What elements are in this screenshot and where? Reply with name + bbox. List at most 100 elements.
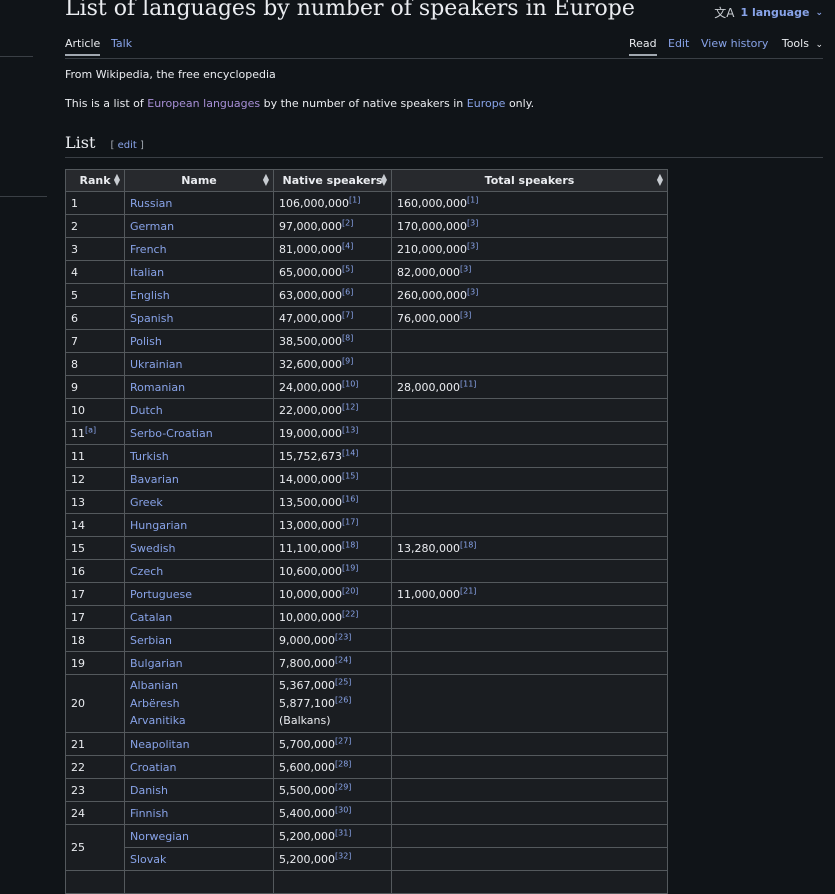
rank-cell: 21 [65,732,125,756]
language-link[interactable]: Czech [130,565,163,578]
citation-link[interactable]: [23] [335,632,351,641]
language-button[interactable]: 文A 1 language ⌄ [714,4,823,21]
edit-section-link[interactable]: edit [118,140,137,151]
language-link[interactable]: Portuguese [130,588,192,601]
native-value: 5,367,000 [279,679,335,693]
native-cell: 7,800,000[24] [273,651,392,675]
native-cell: 97,000,000[2] [273,214,392,238]
language-link[interactable]: French [130,243,167,256]
column-header-total[interactable]: Total speakers ▲ ▼ [391,169,668,192]
language-link[interactable]: Norwegian [130,830,189,843]
language-link[interactable]: Finnish [130,807,168,820]
language-link[interactable]: Romanian [130,381,185,394]
citation-link[interactable]: [4] [342,241,353,250]
citation-link[interactable]: [21] [460,586,476,595]
citation-link[interactable]: [15] [342,471,358,480]
language-link[interactable]: Spanish [130,312,173,325]
language-link[interactable]: Danish [130,784,168,797]
citation-link[interactable]: [22] [342,609,358,618]
language-link[interactable]: Turkish [130,450,169,463]
citation-link[interactable]: [13] [342,425,358,434]
citation-link[interactable]: [3] [460,264,471,273]
citation-link[interactable]: [5] [342,264,353,273]
name-cell: Ukrainian [124,352,274,376]
citation-link[interactable]: [9] [342,356,353,365]
citation-link[interactable]: [11] [460,379,476,388]
tools-menu[interactable]: Tools ⌄ [782,37,823,50]
citation-link[interactable]: [3] [460,310,471,319]
column-header-rank[interactable]: Rank ▲ ▼ [65,169,125,192]
language-link[interactable]: Croatian [130,761,177,774]
language-link[interactable]: Albanian [130,679,178,692]
language-link[interactable]: German [130,220,174,233]
citation-link[interactable]: [27] [335,736,351,745]
total-cell [391,824,668,848]
table-row: 14 Hungarian 13,000,000[17] [65,513,668,537]
language-link[interactable]: Bavarian [130,473,179,486]
citation-link[interactable]: [32] [335,851,351,860]
citation-link[interactable]: [25] [335,678,351,687]
native-value: 81,000,000 [279,242,342,256]
column-header-name[interactable]: Name ▲ ▼ [124,169,274,192]
citation-link[interactable]: [10] [342,379,358,388]
citation-link[interactable]: [2] [342,218,353,227]
citation-link[interactable]: [12] [342,402,358,411]
language-link[interactable]: English [130,289,170,302]
language-link[interactable]: Bulgarian [130,657,183,670]
citation-link[interactable]: [18] [342,540,358,549]
language-link[interactable]: Arvanitika [130,714,186,727]
citation-link[interactable]: [26] [335,695,351,704]
name-cell: Polish [124,329,274,353]
total-cell: 11,000,000[21] [391,582,668,606]
tab-view-history[interactable]: View history [701,37,768,54]
citation-link[interactable]: [1] [349,195,360,204]
citation-link[interactable]: [7] [342,310,353,319]
language-link[interactable]: Italian [130,266,164,279]
language-link[interactable]: Russian [130,197,172,210]
native-cell: 13,000,000[17] [273,513,392,537]
european-languages-link[interactable]: European languages [147,97,260,110]
language-link[interactable]: Serbian [130,634,172,647]
language-link[interactable]: Neapolitan [130,738,190,751]
citation-link[interactable]: [29] [335,782,351,791]
citation-link[interactable]: [18] [460,540,476,549]
language-link[interactable]: Swedish [130,542,176,555]
citation-link[interactable]: [14] [342,448,358,457]
language-link[interactable]: Arbëresh [130,697,180,710]
citation-link[interactable]: [3] [467,287,478,296]
citation-link[interactable]: [20] [342,586,358,595]
table-row: 22 Croatian 5,600,000[28] [65,755,668,779]
language-link[interactable]: Polish [130,335,162,348]
europe-link[interactable]: Europe [467,97,506,110]
rank-value: 20 [71,697,85,710]
total-cell [391,732,668,756]
total-cell [391,559,668,583]
citation-link[interactable]: [8] [342,333,353,342]
citation-link[interactable]: [1] [467,195,478,204]
citation-link[interactable]: [3] [467,218,478,227]
citation-link[interactable]: [28] [335,759,351,768]
citation-link[interactable]: [a] [85,425,96,434]
citation-link[interactable]: [6] [342,287,353,296]
tab-article[interactable]: Article [65,37,101,56]
citation-link[interactable]: [17] [342,517,358,526]
language-link[interactable]: Greek [130,496,163,509]
language-link[interactable]: Hungarian [130,519,187,532]
language-link[interactable]: Dutch [130,404,163,417]
citation-link[interactable]: [30] [335,805,351,814]
language-link[interactable]: Serbo-Croatian [130,427,213,440]
page-tabs: Article Talk Read Edit View history Tool… [65,37,823,59]
citation-link[interactable]: [19] [342,563,358,572]
column-header-native[interactable]: Native speakers ▲ ▼ [273,169,392,192]
citation-link[interactable]: [3] [467,241,478,250]
tab-talk[interactable]: Talk [111,37,132,54]
language-link[interactable]: Slovak [130,853,166,866]
citation-link[interactable]: [31] [335,828,351,837]
citation-link[interactable]: [16] [342,494,358,503]
tab-read[interactable]: Read [629,37,657,56]
language-link[interactable]: Catalan [130,611,172,624]
native-value: 5,400,000 [279,806,335,820]
tab-edit[interactable]: Edit [668,37,689,54]
citation-link[interactable]: [24] [335,655,351,664]
language-link[interactable]: Ukrainian [130,358,182,371]
